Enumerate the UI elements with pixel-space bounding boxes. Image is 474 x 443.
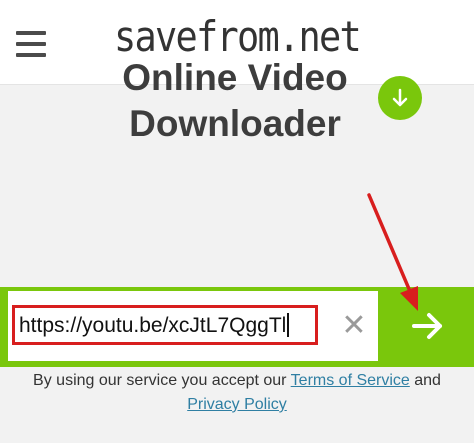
terms-notice: By using our service you accept our Term… — [0, 369, 474, 417]
download-arrow-icon — [392, 88, 408, 107]
text-caret — [287, 313, 290, 337]
page-title-line2: Downloader — [129, 103, 341, 144]
terms-conjunction: and — [409, 372, 441, 389]
close-icon: ✕ — [341, 309, 367, 342]
privacy-policy-link[interactable]: Privacy Policy — [187, 396, 287, 413]
terms-of-service-link[interactable]: Terms of Service — [291, 372, 410, 389]
arrow-right-icon — [412, 313, 442, 339]
url-input-highlight[interactable]: https://youtu.be/xcJtL7QggTl — [12, 305, 318, 345]
download-badge — [378, 76, 422, 120]
page-title-line1: Online Video — [122, 57, 348, 98]
download-submit-button[interactable] — [380, 291, 474, 361]
url-input[interactable]: https://youtu.be/xcJtL7QggTl — [19, 313, 290, 338]
terms-prefix: By using our service you accept our — [33, 372, 291, 389]
clear-input-button[interactable]: ✕ — [338, 308, 370, 344]
page-title: Online Video Downloader — [110, 55, 360, 147]
site-logo[interactable]: savefrom.net — [28, 12, 445, 61]
